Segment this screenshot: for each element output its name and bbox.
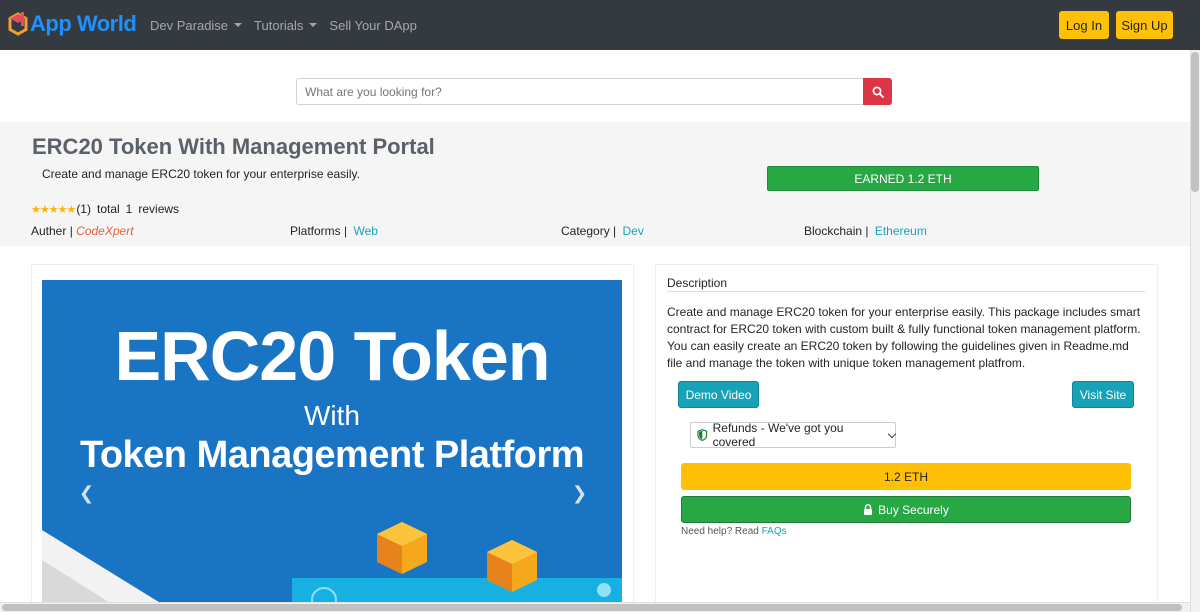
caret-down-icon: [234, 23, 243, 27]
buy-securely-button[interactable]: Buy Securely: [681, 496, 1131, 523]
nav-dev-paradise[interactable]: Dev Paradise: [150, 17, 243, 33]
nav-sell-your-dapp[interactable]: Sell Your DApp: [329, 18, 416, 33]
vertical-scrollbar-thumb[interactable]: [1191, 52, 1199, 192]
product-subtitle: Create and manage ERC20 token for your e…: [42, 167, 360, 181]
blockchain-link[interactable]: Ethereum: [875, 224, 927, 238]
hero-with: With: [304, 400, 360, 431]
rating-total-label: total: [96, 202, 120, 216]
star-rating-icon: ★★★★★: [31, 203, 76, 216]
chevron-down-icon: [887, 429, 897, 438]
hero-subtitle: Token Management Platform: [79, 434, 585, 476]
blockchain-label: Blockchain |: [804, 224, 869, 238]
description-text: Create and manage ERC20 token for your e…: [667, 305, 1141, 370]
platforms-label: Platforms |: [290, 224, 348, 238]
demo-video-button[interactable]: Demo Video: [678, 381, 759, 408]
carousel-next-icon[interactable]: ❯: [572, 483, 587, 504]
meta-author: Auther | CodeXpert: [31, 224, 134, 238]
help-label: Need help? Read: [681, 526, 759, 537]
author-label: Auther |: [31, 224, 73, 238]
nav-tutorials-label: Tutorials: [254, 17, 304, 33]
search-bar: [296, 78, 892, 105]
search-icon: [872, 86, 884, 98]
horizontal-scrollbar-thumb[interactable]: [2, 604, 1182, 611]
category-link[interactable]: Dev: [623, 224, 644, 238]
refunds-dropdown[interactable]: Refunds - We've got you covered: [690, 421, 897, 449]
nav-dev-paradise-label: Dev Paradise: [150, 17, 229, 33]
caret-down-icon: [309, 23, 318, 27]
meta-blockchain: Blockchain | Ethereum: [804, 224, 927, 238]
description-heading: Description: [667, 276, 728, 290]
faqs-link[interactable]: FAQs: [762, 526, 787, 537]
carousel-prev-icon[interactable]: ❮: [79, 483, 94, 504]
shield-icon: [697, 429, 708, 441]
hero-title: ERC20 Token: [114, 317, 550, 395]
app-world-logo-icon: [8, 10, 28, 38]
nav-sell-label: Sell Your DApp: [329, 17, 417, 33]
author-link[interactable]: CodeXpert: [76, 224, 133, 238]
hero-illustration: [42, 522, 622, 604]
search-input[interactable]: [296, 78, 863, 105]
meta-platforms: Platforms | Web: [290, 224, 378, 238]
rating-total-value: 1: [125, 202, 133, 216]
earned-badge: EARNED 1.2 ETH: [767, 166, 1039, 191]
page-title: ERC20 Token With Management Portal: [32, 134, 435, 159]
login-button[interactable]: Log In: [1059, 11, 1109, 39]
search-button[interactable]: [863, 78, 892, 105]
category-label: Category |: [561, 224, 617, 238]
signup-button[interactable]: Sign Up: [1116, 11, 1173, 39]
lock-icon: [864, 504, 873, 515]
platforms-link[interactable]: Web: [353, 224, 377, 238]
meta-category: Category | Dev: [561, 224, 644, 238]
rating-count: (1): [76, 202, 91, 216]
brand-link[interactable]: App World: [8, 10, 137, 38]
description-divider: [667, 291, 1145, 292]
price-button[interactable]: 1.2 ETH: [681, 463, 1131, 490]
product-carousel: ERC20 Token With Token Management Platfo…: [42, 280, 622, 604]
rating-reviews-label: reviews: [138, 202, 180, 216]
nav-links: Dev Paradise Tutorials Sell Your DApp: [150, 0, 429, 50]
brand-name: App World: [30, 11, 137, 36]
visit-site-button[interactable]: Visit Site: [1072, 381, 1134, 408]
refunds-label: Refunds - We've got you covered: [712, 421, 844, 449]
buy-label: Buy Securely: [878, 502, 949, 517]
nav-tutorials[interactable]: Tutorials: [254, 17, 318, 33]
top-navbar: App World Dev Paradise Tutorials Sell Yo…: [0, 0, 1200, 50]
help-text: Need help? Read FAQs: [681, 526, 787, 537]
rating-summary: ★★★★★ (1) total 1 reviews: [31, 202, 179, 216]
